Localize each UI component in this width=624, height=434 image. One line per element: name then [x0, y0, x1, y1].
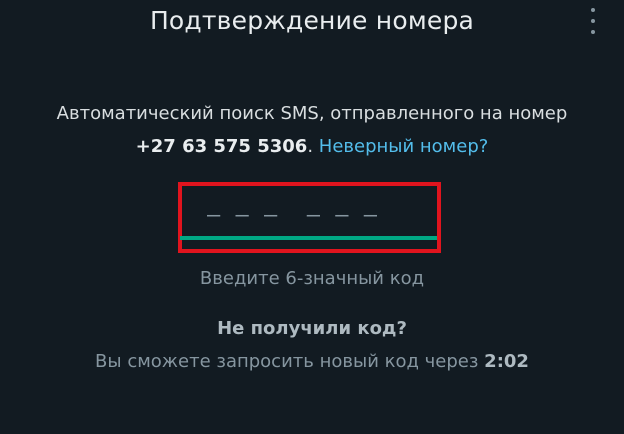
- code-input[interactable]: — — — — — —: [207, 203, 378, 228]
- resend-info: Вы сможете запросить новый код через 2:0…: [0, 351, 624, 372]
- phone-number: +27 63 575 5306: [135, 136, 308, 157]
- menu-dot: [591, 30, 595, 34]
- menu-dot: [591, 8, 595, 12]
- menu-dot: [591, 19, 595, 23]
- resend-timer: 2:02: [484, 351, 529, 372]
- phone-separator: .: [307, 136, 319, 157]
- description-text: Автоматический поиск SMS, отправленного …: [56, 103, 568, 124]
- code-hint: Введите 6-значный код: [199, 268, 425, 289]
- page-title: Подтверждение номера: [149, 6, 475, 35]
- verification-description: Автоматический поиск SMS, отправленного …: [0, 97, 624, 163]
- not-received-title: Не получили код?: [217, 318, 407, 339]
- code-input-underline: [180, 236, 437, 240]
- description-phone-line: +27 63 575 5306. Неверный номер?: [0, 130, 624, 163]
- more-vertical-icon[interactable]: [588, 6, 598, 36]
- wrong-number-link[interactable]: Неверный номер?: [319, 136, 489, 157]
- resend-text: Вы сможете запросить новый код через: [95, 351, 485, 372]
